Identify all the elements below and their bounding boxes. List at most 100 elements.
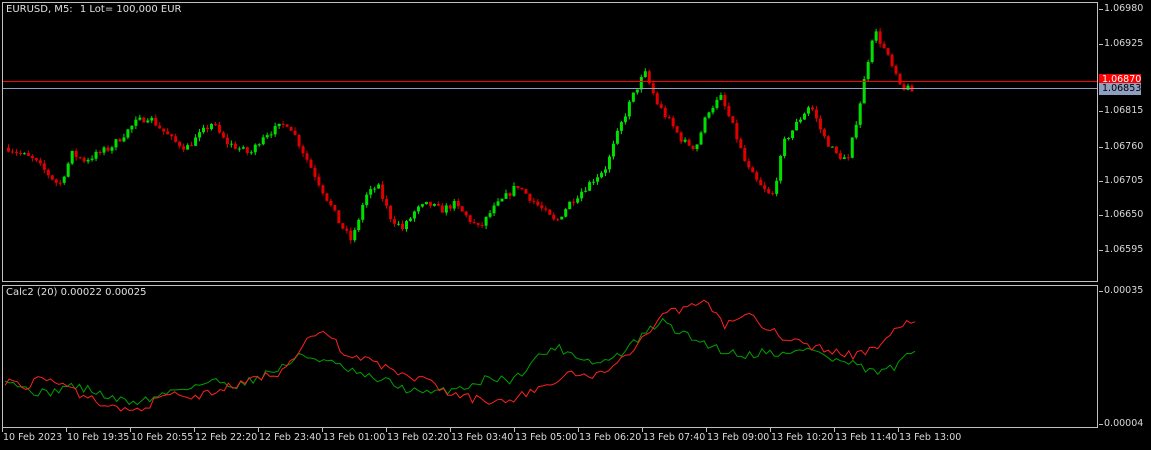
candle-body [627,101,631,117]
candle-body [261,137,265,145]
candle-body [265,135,269,138]
candle-body [54,179,58,183]
candle-body [818,118,822,130]
time-tick: 13 Feb 03:40 [451,432,514,443]
candle-body [257,144,261,146]
candle-body [217,124,221,133]
time-tick: 13 Feb 07:40 [643,432,706,443]
candle-body [424,201,428,205]
candle-body [791,130,795,139]
candle-body [90,158,94,160]
candle-body [858,103,862,125]
candle-body [150,117,154,121]
candle-body [444,205,448,213]
price-tick: 1.06925 [1104,38,1144,49]
candle-body [26,153,30,156]
candle-body [373,188,377,190]
candle-body [607,156,611,170]
candle-body [14,151,18,153]
symbol-label: EURUSD, M5: [6,4,73,15]
time-tick: 12 Feb 22:20 [195,432,258,443]
candle-body [142,117,146,123]
tick [1099,181,1103,182]
candle-body [154,117,158,126]
candle-body [253,144,257,153]
candle-body [118,139,122,142]
candle-body [747,161,751,168]
candle-body [536,201,540,206]
tick [1099,215,1103,216]
price-tick: 1.06760 [1104,141,1144,152]
candle-body [767,189,771,194]
candle-body [277,123,281,127]
candle-body [98,151,102,153]
candle-body [866,62,870,80]
candle-body [500,198,504,202]
candle-body [739,139,743,148]
candle-body [70,150,74,164]
tick [1099,111,1103,112]
candle-body [106,147,110,151]
candle-body [138,117,142,120]
candle-body [528,193,532,201]
price-chart-panel[interactable]: EURUSD, M5: 1 Lot= 100,000 EUR [2,2,1098,282]
candle-body [134,119,138,126]
candle-body [428,201,432,206]
price-tick: 1.06705 [1104,175,1144,186]
candle-body [568,201,572,210]
candle-body [675,126,679,133]
candle-body [691,145,695,150]
candle-body [552,214,556,220]
candle-body [389,205,393,220]
price-axis[interactable]: 1.06980 1.06925 1.06815 1.06760 1.06705 … [1099,0,1151,430]
price-tick: 1.06980 [1104,3,1144,14]
candle-body [202,127,206,133]
candle-body [731,116,735,123]
time-tick: 13 Feb 06:20 [579,432,642,443]
indicator-panel[interactable]: Calc2 (20) 0.00022 0.00025 [2,285,1098,428]
candle-body [771,193,775,195]
time-axis[interactable]: 10 Feb 2023 10 Feb 19:35 10 Feb 20:55 12… [0,428,1151,450]
candle-body [405,221,408,230]
candle-body [460,206,464,212]
candle-body [194,137,198,146]
time-tick: 12 Feb 23:40 [259,432,322,443]
candle-body [874,31,878,41]
candle-body [763,185,767,190]
candle-body [508,193,512,196]
candle-body [46,169,50,176]
candle-body [325,193,329,201]
tick [1099,291,1103,292]
candle-body [703,117,707,133]
candle-body [850,137,854,158]
candle-body [34,158,38,161]
candle-body [408,218,412,222]
candle-body [174,136,178,142]
indicator-green-line [4,317,916,406]
candle-body [269,134,273,136]
candle-body [440,205,444,213]
candle-body [516,185,520,188]
candle-body [62,176,66,183]
candle-body [795,121,799,131]
time-tick: 10 Feb 20:55 [131,432,194,443]
time-tick: 13 Feb 02:20 [387,432,450,443]
candle-body [94,151,98,159]
candle-body [775,180,779,194]
candle-body [476,223,480,225]
candle-body [600,172,604,178]
candle-body [496,201,500,206]
candle-body [385,199,389,206]
candle-body [233,143,237,149]
time-tick: 13 Feb 10:20 [771,432,834,443]
candle-body [50,175,54,180]
lot-info-label: 1 Lot= 100,000 EUR [79,4,182,15]
candle-body [297,134,301,147]
candle-body [78,157,82,159]
candle-body [572,201,576,203]
candle-body [464,211,468,216]
candle-body [846,157,850,159]
candle-body [309,159,313,168]
candle-body [830,146,834,148]
candle-body [329,200,333,206]
